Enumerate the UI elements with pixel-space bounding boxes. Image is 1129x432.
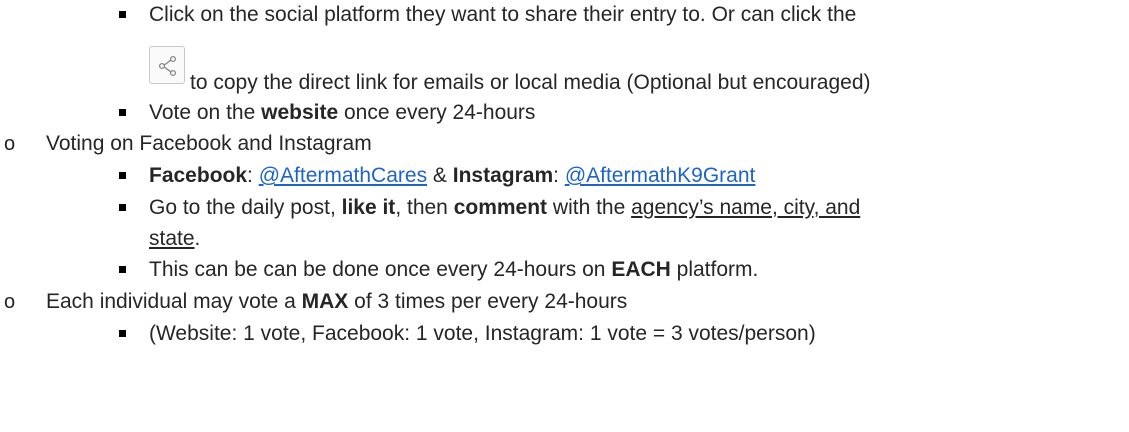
instagram-link[interactable]: @AftermathK9Grant xyxy=(565,164,756,187)
list-item-voting-heading: Voting on Facebook and Instagram xyxy=(46,132,372,155)
square-bullet-icon xyxy=(119,266,126,273)
share-icon xyxy=(158,55,177,77)
facebook-link[interactable]: @AftermathCares xyxy=(259,164,427,187)
square-bullet-icon xyxy=(119,11,126,18)
list-item-share-text: Click on the social platform they want t… xyxy=(149,3,857,26)
list-item-vote-breakdown: (Website: 1 vote, Facebook: 1 vote, Inst… xyxy=(149,322,816,345)
square-bullet-icon xyxy=(119,330,126,337)
square-bullet-icon xyxy=(119,204,126,211)
list-item-share-continuation: to copy the direct link for emails or lo… xyxy=(190,71,871,94)
list-item-social-handles: Facebook: @AftermathCares & Instagram: @… xyxy=(149,164,756,187)
list-item-max-votes: Each individual may vote a MAX of 3 time… xyxy=(46,290,628,313)
circle-bullet-icon: o xyxy=(4,133,16,155)
list-item-website-vote: Vote on the website once every 24-hours xyxy=(149,101,536,124)
circle-bullet-icon: o xyxy=(4,291,16,313)
list-item-each-platform: This can be can be done once every 24-ho… xyxy=(149,258,759,281)
share-button[interactable] xyxy=(149,46,185,84)
square-bullet-icon xyxy=(119,172,126,179)
list-item-like-comment: Go to the daily post, like it, then comm… xyxy=(149,196,861,219)
square-bullet-icon xyxy=(119,109,126,116)
list-item-like-comment-cont: state. xyxy=(149,227,201,250)
